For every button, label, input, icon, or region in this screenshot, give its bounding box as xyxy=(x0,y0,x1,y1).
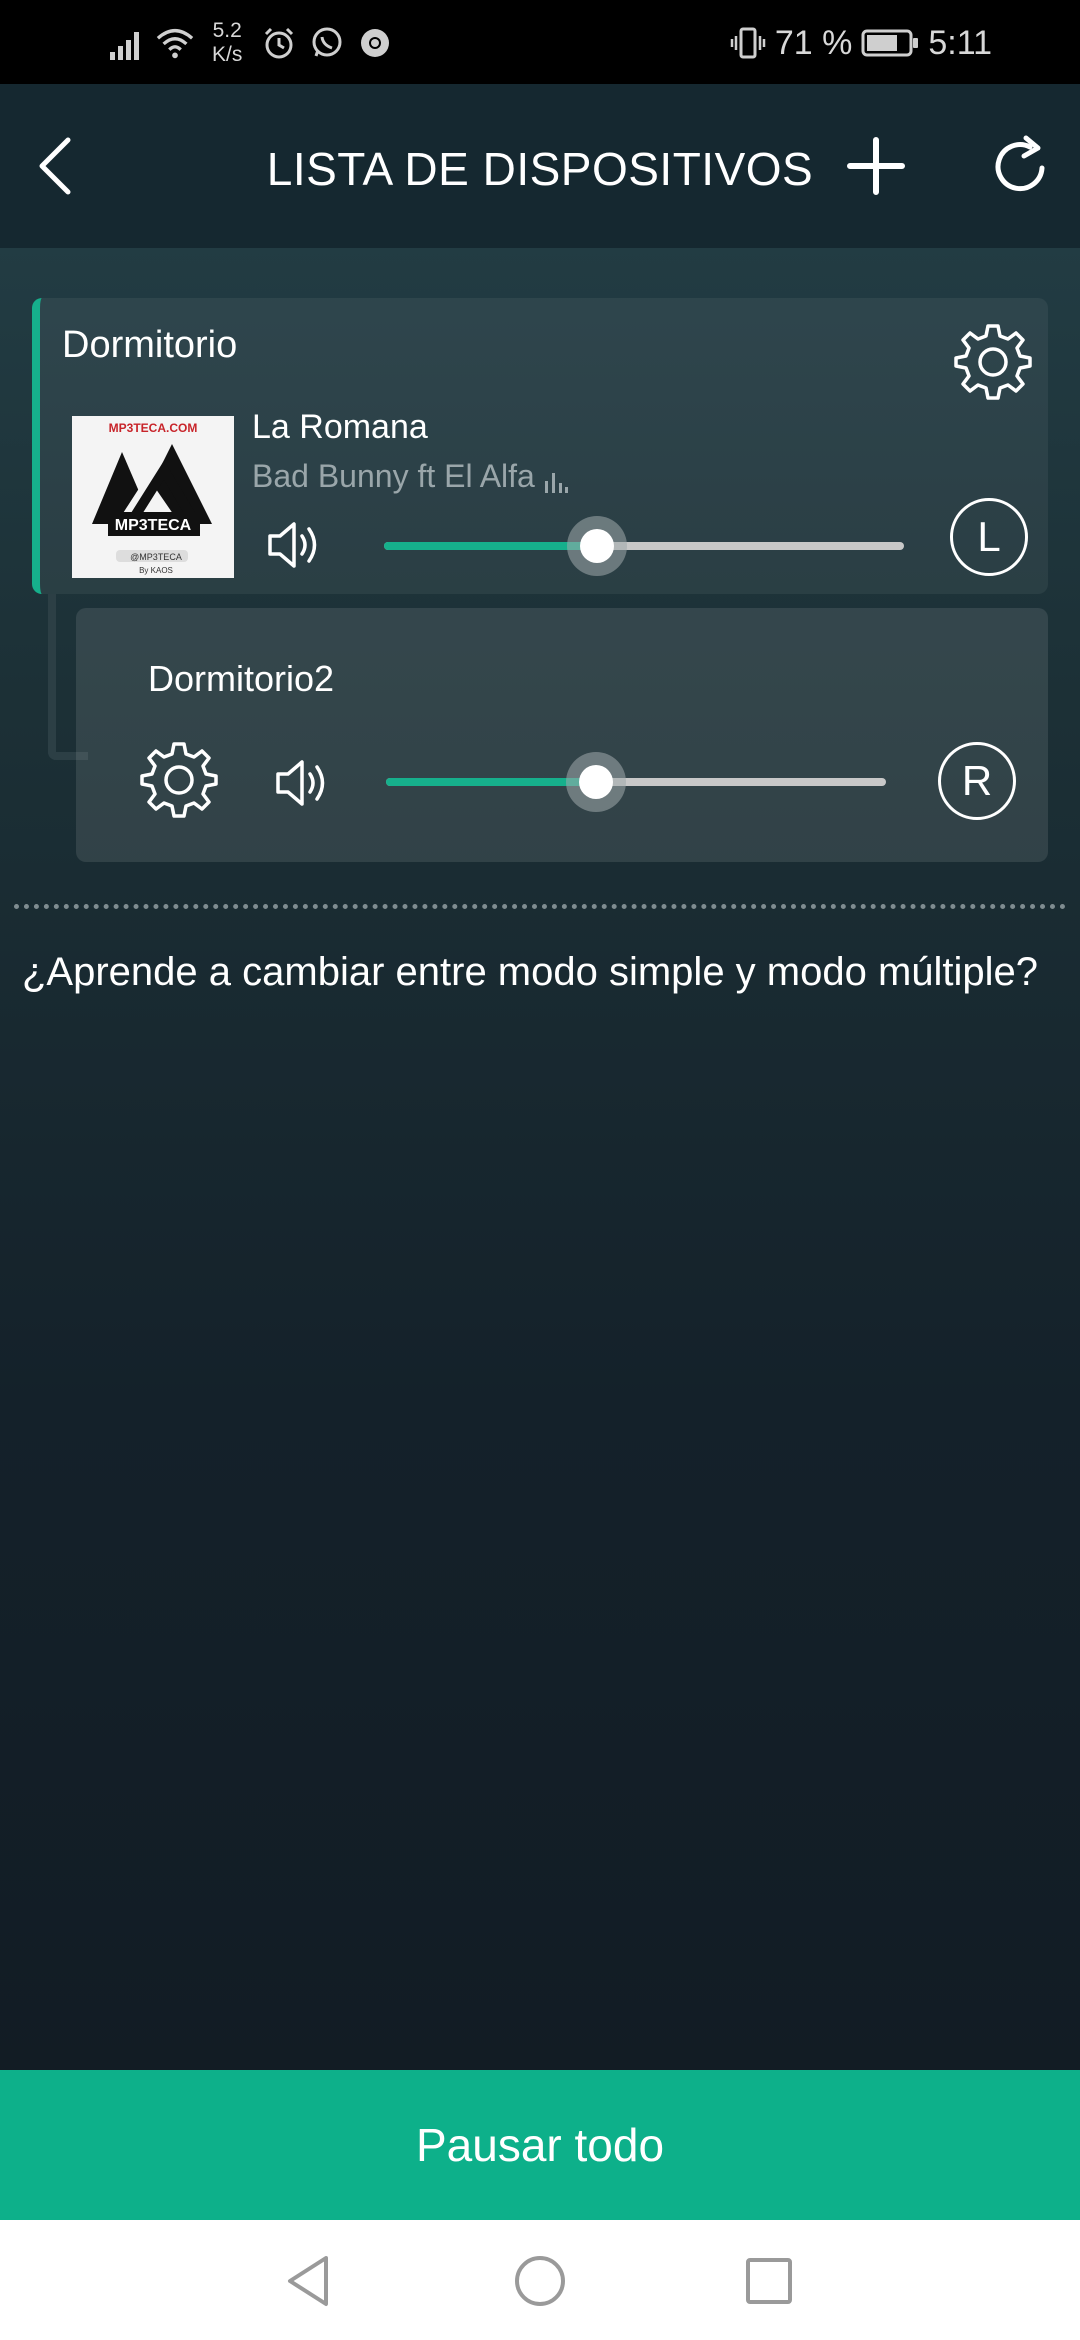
volume-slider[interactable] xyxy=(384,516,904,576)
signal-icon xyxy=(108,24,146,62)
square-recents-icon xyxy=(746,2258,792,2304)
triangle-back-icon xyxy=(288,2256,328,2306)
album-art-credit: By KAOS xyxy=(139,566,173,575)
network-speed: 5.2 K/s xyxy=(212,19,242,67)
channel-right-button[interactable]: R xyxy=(938,742,1016,820)
battery-icon xyxy=(860,24,920,62)
alarm-icon xyxy=(260,24,298,62)
device-card-master[interactable]: Dormitorio MP3TECA.COM MP3TECA @MP3TECA … xyxy=(32,298,1048,594)
volume-button[interactable] xyxy=(274,754,332,812)
whatsapp-icon xyxy=(308,24,346,62)
song-artist-row: Bad Bunny ft El Alfa xyxy=(252,458,569,495)
device-card-slave[interactable]: Dormitorio2 R xyxy=(76,608,1048,862)
device-settings-button[interactable] xyxy=(952,320,1034,402)
volume-slider-knob[interactable] xyxy=(580,529,615,563)
device-name: Dormitorio xyxy=(62,324,238,366)
volume-slider[interactable] xyxy=(386,752,886,812)
playing-equalizer-icon xyxy=(544,473,568,493)
network-speed-unit: K/s xyxy=(212,43,243,66)
pause-all-button[interactable]: Pausar todo xyxy=(0,2070,1080,2220)
clock-time: 5:11 xyxy=(928,23,992,62)
battery-percent: 71 % xyxy=(774,23,853,62)
chrome-icon xyxy=(356,24,394,62)
status-bar: 5.2 K/s 71 % 5:11 xyxy=(0,0,1080,84)
help-mode-link[interactable]: ¿Aprende a cambiar entre modo simple y m… xyxy=(22,950,1038,995)
volume-slider-fill xyxy=(386,778,596,786)
volume-button[interactable] xyxy=(266,516,324,574)
plus-icon xyxy=(847,137,905,195)
speaker-icon xyxy=(268,522,317,568)
song-artist: Bad Bunny ft El Alfa xyxy=(252,458,535,494)
nav-back-button[interactable] xyxy=(278,2250,340,2312)
speaker-icon xyxy=(276,760,325,806)
circle-home-icon xyxy=(515,2256,565,2306)
album-art: MP3TECA.COM MP3TECA @MP3TECA By KAOS xyxy=(72,416,234,578)
gear-icon xyxy=(954,324,1032,400)
app-header: LISTA DE DISPOSITIVOS xyxy=(0,84,1080,248)
system-nav-bar xyxy=(0,2220,1080,2340)
channel-left-button[interactable]: L xyxy=(950,498,1028,576)
volume-slider-knob[interactable] xyxy=(579,765,613,799)
network-speed-value: 5.2 xyxy=(212,19,242,42)
song-title: La Romana xyxy=(252,408,428,446)
status-left-icons: 5.2 K/s xyxy=(108,18,394,68)
dotted-divider xyxy=(14,904,1066,909)
wifi-icon xyxy=(156,24,194,62)
vibrate-icon xyxy=(729,24,767,62)
status-right-icons: 71 % 5:11 xyxy=(729,18,992,68)
album-art-handle: @MP3TECA xyxy=(130,552,182,562)
nav-recents-button[interactable] xyxy=(738,2250,800,2312)
album-art-site: MP3TECA.COM xyxy=(109,421,198,435)
refresh-icon xyxy=(995,135,1045,192)
device-name: Dormitorio2 xyxy=(148,658,335,699)
volume-slider-fill xyxy=(384,542,598,550)
gear-icon xyxy=(140,742,218,818)
add-device-button[interactable] xyxy=(844,134,908,198)
page-title: LISTA DE DISPOSITIVOS xyxy=(266,143,814,195)
refresh-button[interactable] xyxy=(990,134,1054,198)
device-settings-button[interactable] xyxy=(138,738,220,820)
nav-home-button[interactable] xyxy=(509,2250,571,2312)
album-art-brand: MP3TECA xyxy=(115,517,192,534)
